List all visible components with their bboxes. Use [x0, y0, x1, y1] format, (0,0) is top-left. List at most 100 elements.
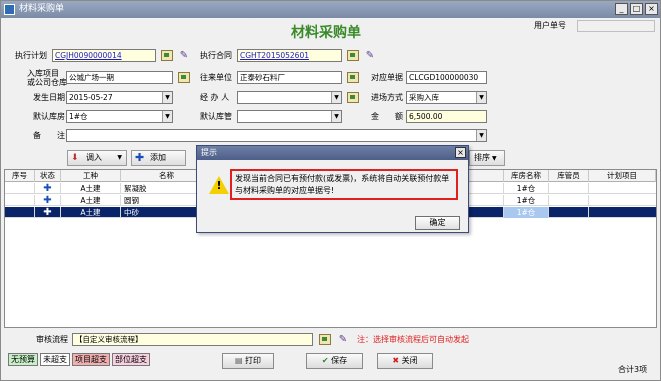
row-type: A土建	[61, 207, 121, 218]
title-bar: 材料采购单 _ □ ×	[1, 1, 660, 18]
partner-label: 往来单位	[200, 73, 232, 82]
row-warehouse: 1#仓	[503, 183, 549, 194]
doc-label: 对应单据	[371, 73, 403, 82]
save-label: 保存	[331, 356, 348, 365]
plan-label: 执行计划	[15, 51, 47, 60]
review-input[interactable]: 【自定义审核流程】	[72, 333, 313, 346]
keeper-label: 默认库管	[200, 112, 232, 121]
date-select[interactable]: 2015-05-27 ▼	[66, 91, 173, 104]
chevron-down-icon: ▼	[492, 155, 497, 162]
row-type: A土建	[61, 183, 121, 194]
purchase-window: 材料采购单 _ □ × 材料采购单 用户单号 执行计划 CGJH00900000…	[0, 0, 661, 381]
chevron-down-icon[interactable]: ▼	[331, 92, 341, 103]
plus-icon[interactable]: ✚	[35, 195, 61, 206]
print-label: 打印	[245, 356, 262, 365]
plus-icon: ✚	[135, 151, 145, 164]
project-lookup-icon[interactable]	[178, 72, 190, 83]
row-type: A土建	[61, 195, 121, 206]
mode-select[interactable]: 采购入库 ▼	[406, 91, 487, 104]
print-button[interactable]: ▤ 打印	[222, 353, 274, 369]
import-icon: ⬇	[71, 153, 79, 163]
close-form-button[interactable]: ✖ 关闭	[377, 353, 433, 369]
project-label: 入库项目 或公司仓库	[27, 69, 67, 87]
col-keeper[interactable]: 库管员	[549, 170, 589, 182]
plus-icon[interactable]: ✚	[35, 183, 61, 194]
col-no[interactable]: 序号	[5, 170, 35, 182]
project-input[interactable]: 公城广场一期	[66, 71, 173, 84]
chevron-down-icon[interactable]: ▼	[476, 92, 486, 103]
chevron-down-icon[interactable]: ▼	[331, 111, 341, 122]
remark-input[interactable]: ▼	[66, 129, 487, 142]
import-button[interactable]: ⬇ 调入 ▼	[67, 150, 127, 166]
info-dialog: 提示 × ! 发现当前合同已有预付款(或发票)，系统将自动关联预付款单与材料采购…	[196, 145, 469, 233]
keeper-select[interactable]: ▼	[237, 110, 342, 123]
warehouse-label: 默认库房	[33, 112, 65, 121]
legend-part-over: 部位超支	[112, 353, 150, 366]
save-button[interactable]: ✔ 保存	[306, 353, 363, 369]
remark-label: 备 注	[33, 131, 65, 140]
amount-input[interactable]: 6,500.00	[406, 110, 487, 123]
date-label: 发生日期	[33, 93, 65, 102]
row-warehouse: 1#仓	[503, 195, 549, 206]
user-order-input[interactable]	[577, 20, 655, 32]
row-keeper	[549, 195, 589, 206]
contract-label: 执行合同	[200, 51, 232, 60]
contract-clear-icon[interactable]: ✎	[364, 50, 376, 61]
col-status[interactable]: 状态	[35, 170, 61, 182]
add-label: 添加	[150, 153, 166, 162]
col-plan-project[interactable]: 计划项目	[589, 170, 656, 182]
dialog-close-button[interactable]: ×	[455, 147, 466, 158]
chevron-down-icon[interactable]: ▼	[476, 130, 486, 141]
partner-lookup-icon[interactable]	[347, 72, 359, 83]
row-keeper	[549, 207, 589, 218]
doc-input[interactable]: CLCGD100000030	[406, 71, 487, 84]
window-title: 材料采购单	[19, 4, 65, 14]
close-icon: ✖	[392, 356, 400, 365]
plan-input[interactable]: CGJH0090000014	[52, 49, 156, 62]
col-type[interactable]: 工种	[61, 170, 121, 182]
chevron-down-icon[interactable]: ▼	[162, 92, 172, 103]
close-label: 关闭	[401, 356, 418, 365]
project-label-line1: 入库项目	[27, 69, 59, 78]
review-label: 审核流程	[36, 335, 68, 344]
user-order-label: 用户单号	[534, 21, 566, 30]
review-clear-icon[interactable]: ✎	[337, 334, 349, 345]
warehouse-select[interactable]: 1#仓 ▼	[66, 110, 173, 123]
add-button[interactable]: ✚ 添加	[131, 150, 186, 166]
row-no	[5, 207, 35, 218]
contract-input[interactable]: CGHT2015052601	[237, 49, 342, 62]
row-no	[5, 195, 35, 206]
handler-select[interactable]: ▼	[237, 91, 342, 104]
warehouse-value: 1#仓	[69, 112, 88, 121]
maximize-button[interactable]: □	[630, 3, 643, 15]
handler-label: 经 办 人	[200, 93, 230, 102]
project-label-line2: 或公司仓库	[27, 78, 67, 87]
date-value: 2015-05-27	[69, 93, 113, 102]
total-count: 合计3项	[618, 365, 648, 374]
printer-icon: ▤	[234, 356, 243, 365]
check-icon: ✔	[321, 356, 329, 365]
contract-lookup-icon[interactable]	[347, 50, 359, 61]
ok-button[interactable]: 确定	[415, 216, 460, 230]
row-no	[5, 183, 35, 194]
sort-button[interactable]: 排序 ▼	[469, 150, 505, 166]
sort-label: 排序	[474, 153, 490, 162]
partner-input[interactable]: 正泰砂石料厂	[237, 71, 342, 84]
form-title: 材料采购单	[291, 25, 361, 41]
chevron-down-icon[interactable]: ▼	[162, 111, 172, 122]
row-warehouse: 1#仓	[503, 207, 549, 218]
handler-lookup-icon[interactable]	[347, 92, 359, 103]
col-warehouse[interactable]: 库房名称	[503, 170, 549, 182]
warning-exclamation: !	[216, 179, 222, 192]
plan-clear-icon[interactable]: ✎	[178, 50, 190, 61]
plus-icon[interactable]: ✚	[35, 207, 61, 218]
close-button[interactable]: ×	[645, 3, 658, 15]
amount-label: 金 额	[371, 112, 403, 121]
row-keeper	[549, 183, 589, 194]
legend-no-budget: 无预算	[8, 353, 38, 366]
minimize-button[interactable]: _	[615, 3, 628, 15]
plan-lookup-icon[interactable]	[161, 50, 173, 61]
chevron-down-icon: ▼	[117, 154, 122, 161]
review-lookup-icon[interactable]	[319, 334, 331, 345]
mode-value: 采购入库	[409, 93, 439, 102]
